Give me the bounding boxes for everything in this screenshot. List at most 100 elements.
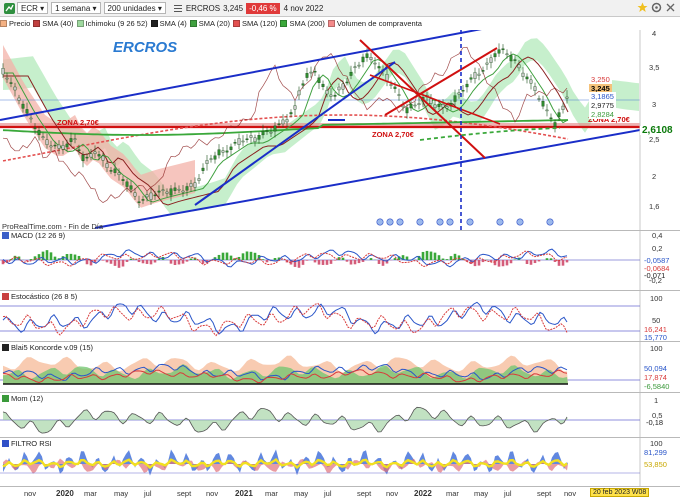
close-icon[interactable] <box>665 2 676 15</box>
candle-body <box>321 83 325 87</box>
macd-histogram-bar <box>329 260 333 264</box>
macd-histogram-bar <box>17 256 21 260</box>
window-controls <box>637 2 676 15</box>
legend-item-0[interactable]: Precio <box>0 19 30 28</box>
macd-histogram-bar <box>45 250 49 260</box>
time-axis-label: 2020 <box>56 489 74 498</box>
candle-body <box>181 190 185 193</box>
legend-color-icon[interactable] <box>33 19 41 27</box>
legend-color-icon[interactable] <box>76 19 84 27</box>
event-marker-icon <box>376 218 384 226</box>
candle-body <box>49 145 53 148</box>
chevron-down-icon: ▾ <box>157 3 162 13</box>
koncorde-tag-red: 17,874 <box>644 373 667 382</box>
legend-item-1[interactable]: SMA (40) <box>33 19 74 28</box>
candle-body <box>389 84 393 86</box>
legend-color-icon[interactable] <box>233 19 241 27</box>
settings-icon[interactable] <box>651 2 662 15</box>
macd-histogram-bar <box>301 260 305 265</box>
symbol-selector[interactable]: ECR ▾ <box>17 2 49 14</box>
macd-histogram-bar <box>361 260 365 262</box>
koncorde-panel-title: Blai5 Koncorde v.09 (15) <box>2 343 93 352</box>
mom-title-text: Mom (12) <box>11 394 44 403</box>
stoch-panel-title: Estocástico (26 8 5) <box>2 292 77 301</box>
event-marker-icon <box>416 218 424 226</box>
macd-histogram-bar <box>465 260 469 262</box>
timeframe-selector[interactable]: 1 semana ▾ <box>51 2 101 14</box>
legend-color-icon[interactable] <box>189 19 197 27</box>
candle-body <box>173 187 177 191</box>
price-chart-area[interactable] <box>0 0 680 501</box>
menu-icon[interactable] <box>172 2 184 14</box>
macd-histogram-bar <box>353 260 357 265</box>
rsi-signal-line <box>2 458 568 470</box>
legend-color-icon[interactable] <box>280 19 288 27</box>
candle-body <box>257 135 261 140</box>
macd-histogram-bar <box>525 260 529 265</box>
candle-body <box>73 138 77 140</box>
candle-body <box>481 70 485 72</box>
candle-body <box>333 94 337 97</box>
time-axis-label: mar <box>446 489 459 498</box>
legend-label: SMA (4) <box>159 18 187 28</box>
candle-body <box>185 186 189 191</box>
legend-item-6[interactable]: SMA (200) <box>280 18 325 28</box>
units-selector[interactable]: 200 unidades ▾ <box>103 2 166 14</box>
candle-body <box>265 130 269 132</box>
sma20-line <box>3 53 569 203</box>
app-logo-icon[interactable] <box>3 2 15 14</box>
candle-body <box>461 90 465 92</box>
macd-histogram-bar <box>381 260 385 266</box>
candle-body <box>253 137 257 142</box>
timeframe-value: 1 semana <box>55 3 91 13</box>
candle-body <box>137 201 141 203</box>
candle-body <box>245 138 249 141</box>
toolbar: ECR ▾ 1 semana ▾ 200 unidades ▾ ERCROS 3… <box>0 0 680 17</box>
candle-body <box>249 135 253 138</box>
candle-body <box>129 185 133 190</box>
legend-color-icon[interactable] <box>0 19 7 27</box>
legend-item-5[interactable]: SMA (120) <box>233 19 277 28</box>
indicator-legend: Precio SMA (40) Ichimoku (9 26 52) SMA (4) S… <box>0 17 425 29</box>
macd-histogram-bar <box>269 260 273 262</box>
legend-item-7[interactable]: Volumen de compraventa <box>327 18 422 28</box>
macd-histogram-bar <box>377 260 381 264</box>
legend-label: Ichimoku (9 26 52) <box>85 18 148 28</box>
candle-body <box>397 94 401 96</box>
legend-color-icon[interactable] <box>150 19 158 27</box>
macd-histogram-bar <box>549 258 553 260</box>
macd-histogram-bar <box>457 255 461 260</box>
macd-histogram-bar <box>157 258 161 260</box>
legend-label: Volumen de compraventa <box>336 18 422 28</box>
star-icon[interactable] <box>637 2 648 15</box>
koncorde-green-area <box>3 364 568 384</box>
macd-axis-tick: 0,4 <box>652 231 663 240</box>
macd-histogram-bar <box>229 255 233 260</box>
macd-histogram-bar <box>185 260 189 262</box>
price-tag-sma20: 2,8284 <box>589 110 616 119</box>
candle-body <box>269 131 273 134</box>
legend-color-icon[interactable] <box>327 19 335 27</box>
candle-body <box>105 163 109 168</box>
event-marker-icon <box>496 218 504 226</box>
macd-histogram-bar <box>125 260 129 262</box>
macd-histogram-bar <box>341 257 345 260</box>
candle-body <box>233 142 237 144</box>
legend-item-4[interactable]: SMA (20) <box>189 19 230 28</box>
koncorde-orange-area <box>3 355 568 384</box>
macd-histogram-bar <box>297 260 301 268</box>
legend-item-2[interactable]: Ichimoku (9 26 52) <box>76 18 148 28</box>
rsi-axis-tick: 100 <box>650 439 663 448</box>
candle-body <box>193 182 197 188</box>
candle-body <box>501 48 505 51</box>
legend-item-3[interactable]: SMA (4) <box>150 18 187 28</box>
candle-body <box>125 181 129 187</box>
macd-histogram-bar <box>293 260 297 267</box>
resistance-red-line-1 <box>359 39 486 159</box>
macd-histogram-bar <box>129 258 133 260</box>
candle-body <box>529 79 533 84</box>
koncorde-title-text: Blai5 Koncorde v.09 (15) <box>11 343 93 352</box>
legend-label: SMA (200) <box>289 18 325 28</box>
candle-body <box>313 70 317 73</box>
cursor-date-tag: 20 feb 2023 W08 <box>590 488 650 497</box>
